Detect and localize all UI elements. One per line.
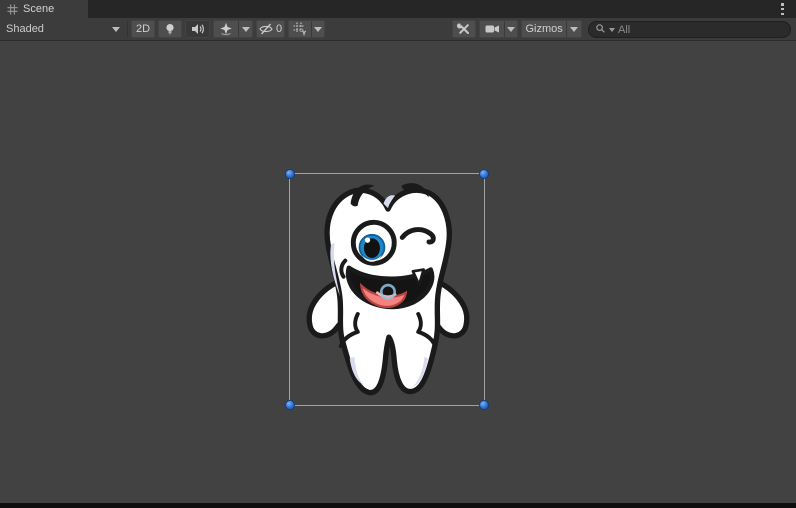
component-tools-button[interactable] — [452, 20, 476, 38]
search-input[interactable] — [618, 23, 784, 36]
camera-dropdown[interactable] — [504, 21, 517, 37]
grid-dropdown[interactable] — [311, 21, 324, 37]
selection-handle-bottom-right[interactable] — [479, 400, 489, 410]
camera-icon — [480, 21, 504, 37]
light-bulb-icon — [163, 22, 177, 36]
audio-speaker-icon — [191, 22, 205, 36]
scene-camera-button[interactable] — [479, 20, 518, 38]
shading-mode-dropdown[interactable]: Shaded — [0, 20, 126, 38]
grid-y-axis-icon — [289, 21, 311, 37]
chevron-down-icon — [314, 26, 322, 32]
selection-outline — [285, 169, 489, 410]
hidden-count: 0 — [275, 23, 283, 35]
gizmos-button[interactable]: Gizmos — [521, 20, 582, 38]
shading-mode-label: Shaded — [6, 23, 44, 35]
selection-handle-bottom-left[interactable] — [285, 400, 295, 410]
gizmos-dropdown[interactable] — [566, 21, 581, 37]
toggle-2d-button[interactable]: 2D — [131, 20, 155, 38]
tab-scene[interactable]: Scene — [0, 0, 88, 18]
grid-visibility-button[interactable] — [288, 20, 325, 38]
chevron-down-icon — [507, 26, 515, 32]
chevron-down-icon — [241, 26, 250, 32]
hidden-eye-icon — [259, 22, 273, 36]
unity-scene-window: Scene Shaded 2D 0 Gizmos All — [0, 0, 796, 508]
selection-handle-top-right[interactable] — [479, 169, 489, 179]
gizmos-label: Gizmos — [525, 23, 563, 35]
window-bottom-edge — [0, 503, 796, 508]
scene-search-field[interactable] — [588, 21, 791, 38]
scene-visibility-button[interactable]: 0 — [256, 20, 285, 38]
tab-bar: Scene — [0, 0, 796, 18]
scene-audio-button[interactable] — [185, 20, 210, 38]
scene-effects-button[interactable] — [213, 20, 253, 38]
effects-dropdown[interactable] — [238, 21, 252, 37]
scene-toolbar: Shaded 2D 0 Gizmos All — [0, 18, 796, 41]
chevron-down-icon — [112, 26, 120, 32]
tab-label: Scene — [23, 3, 55, 15]
magnifier-icon — [595, 23, 606, 37]
effects-star-icon — [214, 21, 238, 37]
tools-icon — [457, 22, 471, 36]
toolbar-separator — [127, 21, 128, 37]
vertical-ellipsis-icon[interactable] — [781, 3, 784, 15]
scene-lighting-button[interactable] — [158, 20, 182, 38]
2d-label: 2D — [135, 23, 151, 35]
search-filter-caret-icon[interactable] — [609, 27, 615, 32]
selection-handle-top-left[interactable] — [285, 169, 295, 179]
grid-icon — [7, 3, 18, 15]
chevron-down-icon — [570, 26, 579, 32]
scene-viewport[interactable] — [0, 41, 796, 503]
